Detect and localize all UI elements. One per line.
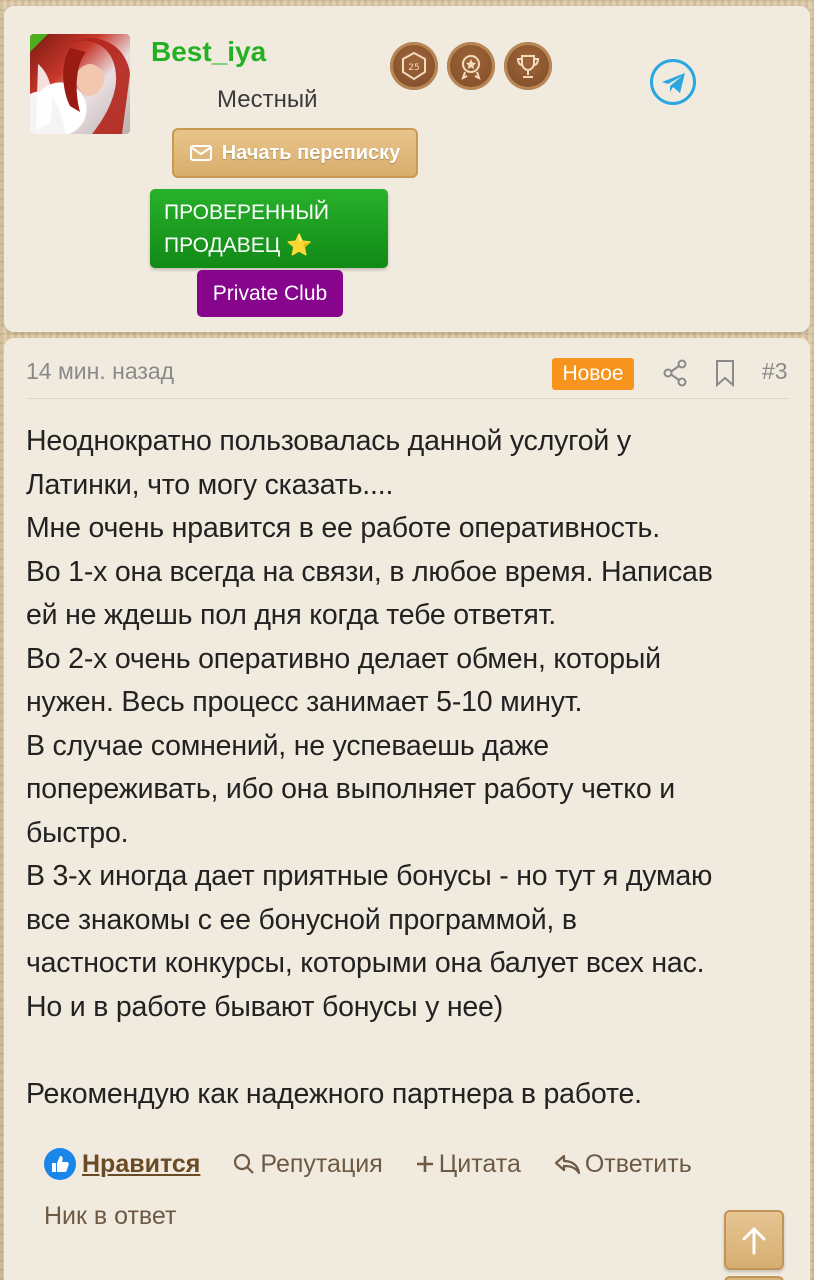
divider <box>26 398 790 399</box>
post-line: В 3-х иногда дает приятные бонусы - но т… <box>26 860 713 892</box>
search-icon <box>234 1153 255 1174</box>
post-actions: Нравится Репутация Цитата Ответить <box>44 1148 692 1180</box>
verified-seller-line1: ПРОВЕРЕННЫЙ <box>164 201 330 224</box>
reply-button[interactable]: Ответить <box>553 1150 692 1179</box>
trophy-25-icon[interactable]: 25 <box>390 42 438 90</box>
svg-text:25: 25 <box>408 63 419 73</box>
scroll-bottom-button[interactable] <box>724 1276 784 1280</box>
scroll-top-button[interactable] <box>724 1210 784 1270</box>
like-label: Нравится <box>82 1149 201 1178</box>
reputation-label: Репутация <box>260 1149 383 1178</box>
arrow-up-icon <box>742 1227 766 1255</box>
post-line: Мне очень нравится в ее работе оперативн… <box>26 512 660 544</box>
post-line: нужен. Весь процесс занимает 5-10 минут. <box>26 686 583 718</box>
user-card: Best_iya Местный 25 Начать переписку ПРО… <box>4 6 810 332</box>
post-line: Но и в работе бывают бонусы у нее) <box>26 990 503 1023</box>
post-line: частности конкурсы, которыми она балует … <box>26 947 705 979</box>
post-line: Во 2-х очень оперативно делает обмен, ко… <box>26 642 661 675</box>
post-line: Неоднократно пользовалась данной услугой… <box>26 425 631 457</box>
envelope-icon <box>189 145 212 161</box>
private-club-banner: Private Club <box>197 270 343 317</box>
post-line: попереживать, ибо она выполняет работу ч… <box>26 773 675 805</box>
avatar[interactable] <box>30 34 130 134</box>
like-button[interactable]: Нравится <box>44 1148 200 1180</box>
post-number[interactable]: #3 <box>762 358 788 385</box>
quote-button[interactable]: Цитата <box>415 1150 521 1179</box>
plus-icon <box>416 1156 433 1172</box>
share-icon[interactable] <box>662 359 688 387</box>
post-line: Латинки, что могу сказать.... <box>26 468 394 501</box>
post-body: Неоднократно пользовалась данной услугой… <box>26 420 798 1116</box>
user-title: Местный <box>217 86 318 113</box>
post-line: Рекомендую как надежного партнера в рабо… <box>26 1077 642 1110</box>
post-time[interactable]: 14 мин. назад <box>26 358 174 385</box>
post-line: В случае сомнений, не успеваешь даже <box>26 729 549 762</box>
post: 14 мин. назад Новое #3 Неоднократно поль… <box>4 338 810 1280</box>
reply-label: Ответить <box>584 1149 692 1178</box>
start-conversation-button[interactable]: Начать переписку <box>172 128 418 178</box>
start-conversation-label: Начать переписку <box>221 141 401 164</box>
post-line: ей не ждешь пол дня когда тебе ответят. <box>26 599 556 631</box>
new-badge: Новое <box>552 358 634 390</box>
post-line: Во 1-х она всегда на связи, в любое врем… <box>26 555 713 588</box>
verified-seller-line2: ПРОДАВЕЦ ⭐ <box>164 234 313 257</box>
quote-label: Цитата <box>438 1149 521 1178</box>
reply-icon <box>554 1154 580 1175</box>
online-indicator <box>30 34 48 52</box>
telegram-icon[interactable] <box>650 59 696 105</box>
username[interactable]: Best_iya <box>151 36 266 68</box>
reputation-button[interactable]: Репутация <box>232 1149 383 1179</box>
verified-seller-banner: ПРОВЕРЕННЫЙ ПРОДАВЕЦ ⭐ <box>150 189 388 268</box>
post-line: все знакомы с ее бонусной программой, в <box>26 903 577 936</box>
cup-icon[interactable] <box>504 42 552 90</box>
bookmark-icon[interactable] <box>714 359 736 387</box>
post-line-blank <box>26 1029 798 1073</box>
post-line: быстро. <box>26 816 129 849</box>
medal-icon[interactable] <box>447 42 495 90</box>
nick-reply-button[interactable]: Ник в ответ <box>44 1202 176 1231</box>
thumbs-up-icon <box>44 1148 76 1180</box>
